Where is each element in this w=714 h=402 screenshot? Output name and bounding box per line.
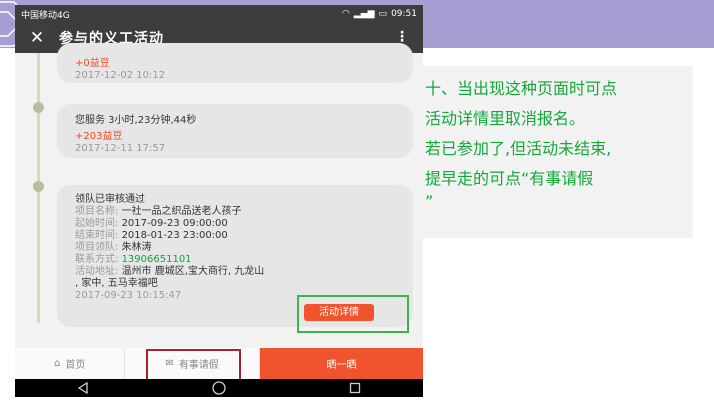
close-icon[interactable]: ✕	[15, 28, 59, 48]
leader-name: 朱林涛	[121, 242, 152, 253]
signal-icon: ▂▄▆	[353, 9, 375, 19]
project-name: 一社一品之织品送老人孩子	[121, 206, 242, 217]
status-icons: ◠ ▂▄▆ ▭ 09:51	[342, 9, 417, 19]
android-nav-bar	[15, 379, 423, 397]
field-label: 项目领队:	[75, 242, 119, 253]
back-icon[interactable]	[77, 382, 89, 394]
service-duration: 您服务 3小时,23分钟,44秒	[75, 115, 197, 126]
highlight-box-green	[297, 295, 409, 333]
field-label: 活动地址:	[75, 266, 119, 277]
contact-phone[interactable]: 13906651101	[122, 254, 192, 265]
start-time: 2017-09-23 09:00:00	[121, 218, 228, 229]
note-line: 活动详情里取消报名。	[425, 109, 586, 128]
end-time: 2018-01-23 23:00:00	[121, 230, 228, 241]
tab-share[interactable]: 晒一晒	[259, 348, 423, 379]
tab-home[interactable]: ⌂ 首页	[15, 348, 124, 379]
approval-status: 领队已审核通过	[75, 194, 145, 205]
home-circle-icon[interactable]	[212, 381, 226, 395]
note-line: 十、当出现这种页面时可点	[425, 79, 618, 98]
points-text: +0益豆	[75, 58, 110, 69]
timestamp: 2017-12-02 10:12	[75, 70, 166, 81]
field-label: 起始时间:	[75, 218, 119, 229]
clock-label: 09:51	[391, 9, 417, 19]
tab-home-label: 首页	[65, 360, 86, 371]
highlight-box-red	[146, 349, 241, 381]
status-bar: 中国移动4G ◠ ▂▄▆ ▭ 09:51	[15, 5, 423, 23]
field-label: 结束时间:	[75, 230, 119, 241]
timeline-dot	[33, 181, 44, 192]
phone-screenshot: 中国移动4G ◠ ▂▄▆ ▭ 09:51 ✕ 参与的义工活动 ⋮ +0益豆 20…	[15, 5, 423, 397]
address-line: 温州市 鹿城区,宝大商行, 九龙山	[121, 266, 265, 277]
timeline-card: +0益豆 2017-12-02 10:12	[57, 43, 413, 83]
timestamp: 2017-12-11 17:57	[75, 143, 166, 154]
note-line: 提早走的可点“有事请假	[425, 169, 594, 188]
note-line: ”	[425, 192, 434, 211]
battery-icon: ▭	[378, 9, 388, 19]
note-line: 若已参加了,但活动未结束,	[425, 139, 612, 158]
timeline-dot	[33, 102, 44, 113]
wifi-icon: ◠	[341, 9, 350, 19]
field-label: 联系方式:	[75, 254, 119, 265]
instruction-note: 十、当出现这种页面时可点 活动详情里取消报名。 若已参加了,但活动未结束, 提早…	[423, 66, 693, 238]
points-text: +203益豆	[75, 131, 123, 142]
timeline-card: 您服务 3小时,23分钟,44秒 +203益豆 2017-12-11 17:57	[57, 104, 413, 158]
home-icon: ⌂	[54, 358, 61, 369]
recents-icon[interactable]	[349, 382, 361, 394]
tab-share-label: 晒一晒	[326, 360, 357, 371]
field-label: 项目名称:	[75, 206, 119, 217]
carrier-label: 中国移动4G	[21, 10, 70, 21]
address-line: , 家中, 五马幸福吧	[75, 278, 158, 289]
